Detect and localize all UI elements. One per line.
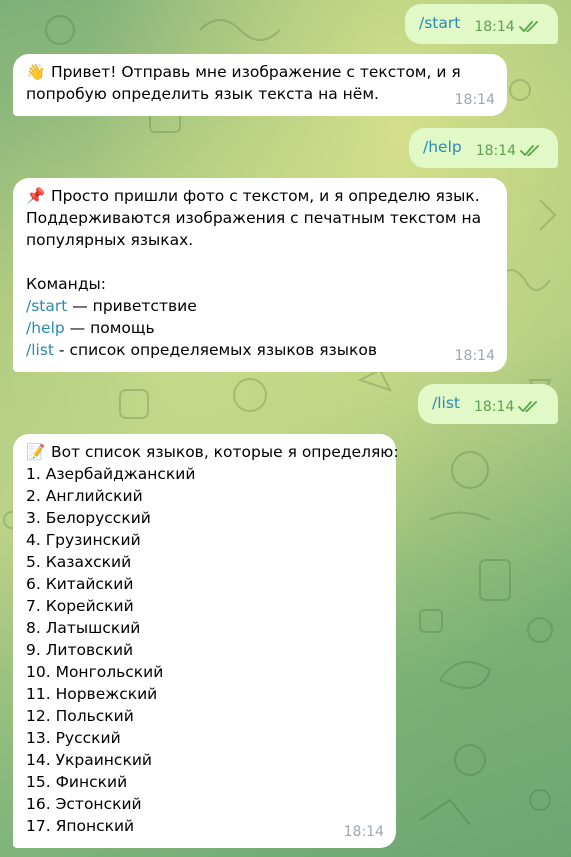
list-item: 16. Эстонский <box>26 795 142 813</box>
incoming-message-greeting[interactable]: 👋 Привет! Отправь мне изображение с текс… <box>13 54 507 116</box>
incoming-message-help-reply[interactable]: 📌 Просто пришли фото с текстом, и я опре… <box>13 178 507 372</box>
command-link-start[interactable]: /start <box>26 297 67 315</box>
list-item: 1. Азербайджанский <box>26 465 196 483</box>
list-item: 8. Латышский <box>26 619 141 637</box>
list-item: 17. Японский <box>26 817 135 835</box>
commands-title: Команды: <box>26 275 106 293</box>
message-text[interactable]: /start <box>419 12 460 34</box>
message-text[interactable]: /list <box>432 392 460 414</box>
outgoing-message-help[interactable]: /help 18:14 <box>409 128 558 168</box>
double-check-icon <box>518 401 538 412</box>
memo-icon: 📝 <box>26 443 46 461</box>
list-item: 11. Норвежский <box>26 685 158 703</box>
list-item: 10. Монгольский <box>26 663 164 681</box>
message-line: популярных языках. <box>26 231 194 249</box>
list-item: 4. Грузинский <box>26 531 141 549</box>
message-time: 18:14 <box>343 824 384 840</box>
message-time: 18:14 <box>454 348 495 364</box>
double-check-icon <box>518 21 538 32</box>
message-time: 18:14 <box>474 399 515 415</box>
list-header: Вот список языков, которые я определяю: <box>50 443 399 461</box>
message-line: Поддерживаются изображения с печатным те… <box>26 209 482 227</box>
command-link-list[interactable]: /list <box>26 341 54 359</box>
message-text[interactable]: /help <box>423 136 462 158</box>
message-time: 18:14 <box>475 143 517 159</box>
outgoing-message-start[interactable]: /start 18:14 <box>405 4 558 44</box>
incoming-message-language-list[interactable]: 📝 Вот список языков, которые я определяю… <box>13 434 399 848</box>
list-item: 3. Белорусский <box>26 509 151 527</box>
message-time: 18:14 <box>474 19 515 35</box>
list-item: 13. Русский <box>26 729 121 747</box>
list-item: 2. Английский <box>26 487 143 505</box>
list-item: 7. Корейский <box>26 597 134 615</box>
list-item: 14. Украинский <box>26 751 152 769</box>
message-line: Просто пришли фото с текстом, и я опреде… <box>50 187 480 205</box>
message-time: 18:14 <box>454 92 495 108</box>
pushpin-icon: 📌 <box>26 187 46 205</box>
list-item: 12. Польский <box>26 707 134 725</box>
message-line: Привет! Отправь мне изображение с тексто… <box>50 63 461 81</box>
command-description: — помощь <box>64 319 155 337</box>
command-description: - список определяемых языков языков <box>54 341 378 359</box>
outgoing-message-list[interactable]: /list 18:14 <box>418 384 558 424</box>
list-item: 5. Казахский <box>26 553 132 571</box>
command-link-help[interactable]: /help <box>26 319 65 337</box>
list-item: 9. Литовский <box>26 641 134 659</box>
message-line: попробую определить язык текста на нём. <box>26 85 379 103</box>
command-description: — приветствие <box>67 297 197 315</box>
list-item: 15. Финский <box>26 773 128 791</box>
list-item: 6. Китайский <box>26 575 134 593</box>
double-check-icon <box>520 145 539 156</box>
waving-hand-icon: 👋 <box>26 63 46 81</box>
